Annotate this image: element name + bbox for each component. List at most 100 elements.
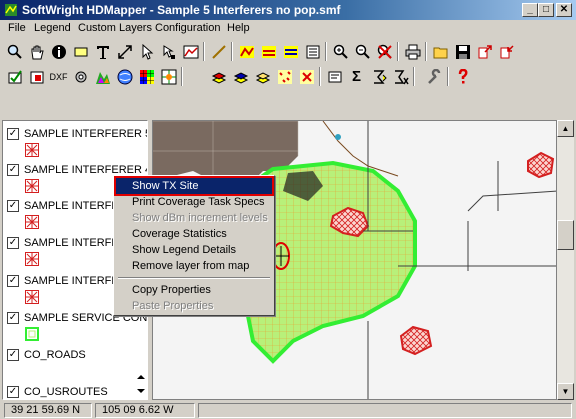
polyline-red-icon[interactable]	[236, 41, 257, 62]
zoom-out-icon[interactable]	[352, 41, 373, 62]
menu-item-print-coverage-task-specs[interactable]: Print Coverage Task Specs	[116, 194, 272, 210]
dxf-button[interactable]: DXF	[48, 66, 69, 87]
legend-checkbox[interactable]: ✓	[7, 312, 19, 324]
legend-checkbox[interactable]: ✓	[7, 164, 19, 176]
toolbar-secondary: DXF Σ	[2, 65, 574, 89]
layer-stack-yellow-icon[interactable]	[252, 66, 273, 87]
menu-item-show-dbm-increment-levels: Show dBm increment levels	[132, 212, 268, 224]
open-folder-icon[interactable]	[430, 41, 451, 62]
menu-item-show-legend-details[interactable]: Show Legend Details	[116, 242, 272, 258]
toolbar-separator	[413, 67, 415, 86]
legend-checkbox[interactable]: ✓	[7, 200, 19, 212]
color-map-icon[interactable]	[92, 66, 113, 87]
legend-icon[interactable]	[302, 41, 323, 62]
longitude-readout: 105 09 6.62 W	[95, 403, 195, 418]
wrench-icon[interactable]	[424, 66, 445, 87]
maximize-button[interactable]: □	[538, 3, 554, 17]
sum-down-icon[interactable]	[368, 66, 389, 87]
layer-edit-icon[interactable]	[280, 41, 301, 62]
layer-stack-red-icon[interactable]	[208, 66, 229, 87]
menu-item-copy-properties[interactable]: Copy Properties	[116, 282, 272, 298]
export-icon[interactable]	[474, 41, 495, 62]
node-edit-icon[interactable]	[158, 41, 179, 62]
map-delete-icon[interactable]	[26, 66, 47, 87]
line-tool-icon[interactable]	[208, 41, 229, 62]
select-box-icon[interactable]	[70, 41, 91, 62]
map-layers-icon[interactable]	[158, 66, 179, 87]
text-tool-icon[interactable]	[92, 41, 113, 62]
legend-checkbox[interactable]: ✓	[7, 237, 19, 249]
toolbar-separator	[231, 42, 233, 61]
zoom-in-icon[interactable]	[330, 41, 351, 62]
pointer-icon[interactable]	[136, 41, 157, 62]
menu-item-show-tx-site[interactable]: Show TX Site	[114, 176, 274, 196]
point-red-icon[interactable]	[296, 66, 317, 87]
legend-item[interactable]: ✓ SAMPLE INTERFERER 5 I	[7, 127, 147, 141]
scroll-down-button[interactable]: ▼	[557, 383, 574, 400]
legend-checkbox[interactable]: ✓	[7, 275, 19, 287]
minimize-button[interactable]: _	[522, 3, 538, 17]
app-icon	[5, 4, 17, 16]
toolbar-separator	[325, 42, 327, 61]
zoom-region-icon[interactable]	[4, 41, 25, 62]
menu-item-coverage-statistics[interactable]: Coverage Statistics	[116, 226, 272, 242]
menu-custom-layers[interactable]: Custom Layers	[78, 22, 152, 34]
scatter-icon[interactable]	[274, 66, 295, 87]
map-check-icon[interactable]	[4, 66, 25, 87]
interferer-swatch	[25, 143, 39, 157]
toolbar-separator	[203, 42, 205, 61]
menu-item-remove-layer[interactable]: Remove layer from map	[116, 258, 272, 274]
window-title: SoftWright HDMapper - Sample 5 Interfere…	[22, 3, 341, 17]
sum-x-icon[interactable]	[390, 66, 411, 87]
legend-label: CO_ROADS	[24, 349, 86, 361]
map-scrollbar[interactable]: ▲ ▼	[557, 120, 574, 400]
print-icon[interactable]	[402, 41, 423, 62]
latitude-readout: 39 21 59.69 N	[4, 403, 92, 418]
toolbar-separator	[447, 67, 449, 86]
help-icon[interactable]	[452, 66, 473, 87]
toolbar-separator	[397, 42, 399, 61]
toolbar-separator	[319, 67, 321, 86]
menu-help[interactable]: Help	[227, 22, 250, 34]
menu-legend[interactable]: Legend	[34, 22, 71, 34]
import-icon[interactable]	[496, 41, 517, 62]
gear-tool-icon[interactable]	[70, 66, 91, 87]
legend-checkbox[interactable]: ✓	[7, 349, 19, 361]
menu-file[interactable]: File	[8, 22, 26, 34]
pan-hand-icon[interactable]	[26, 41, 47, 62]
scroll-up-button[interactable]: ▲	[557, 120, 574, 137]
legend-item[interactable]: ✓ CO_USROUTES	[7, 385, 108, 399]
toolbar-separator	[425, 42, 427, 61]
rename-icon[interactable]	[324, 66, 345, 87]
menu-bar: File Legend Custom Layers Configuration …	[0, 20, 576, 38]
info-icon[interactable]	[48, 41, 69, 62]
legend-label: CO_USROUTES	[24, 386, 108, 398]
interferer-swatch	[25, 179, 39, 193]
menu-item-paste-properties: Paste Properties	[132, 300, 214, 312]
legend-item[interactable]: ✓ CO_ROADS	[7, 348, 86, 362]
interferer-swatch	[25, 215, 39, 229]
title-bar[interactable]: SoftWright HDMapper - Sample 5 Interfere…	[0, 0, 576, 20]
profile-icon[interactable]	[180, 41, 201, 62]
layer-context-menu: Show TX Site Print Coverage Task Specs S…	[113, 175, 275, 316]
legend-scroll-arrows-icon[interactable]	[136, 373, 146, 395]
legend-checkbox[interactable]: ✓	[7, 386, 19, 398]
status-message	[198, 403, 572, 418]
toolbar-separator	[181, 67, 183, 86]
zoom-cancel-icon[interactable]	[374, 41, 395, 62]
toolbar-main	[2, 40, 574, 64]
layer-add-icon[interactable]	[258, 41, 279, 62]
grid-color-icon[interactable]	[136, 66, 157, 87]
menu-separator	[118, 277, 270, 279]
menu-configuration[interactable]: Configuration	[155, 22, 220, 34]
interferer-swatch	[25, 252, 39, 266]
resize-arrows-icon[interactable]	[114, 41, 135, 62]
interferer-area	[527, 151, 555, 179]
sum-icon[interactable]: Σ	[346, 66, 367, 87]
globe-icon[interactable]	[114, 66, 135, 87]
close-button[interactable]: ✕	[556, 3, 572, 17]
scroll-thumb[interactable]	[557, 220, 574, 250]
layer-stack-blue-icon[interactable]	[230, 66, 251, 87]
save-icon[interactable]	[452, 41, 473, 62]
legend-checkbox[interactable]: ✓	[7, 128, 19, 140]
